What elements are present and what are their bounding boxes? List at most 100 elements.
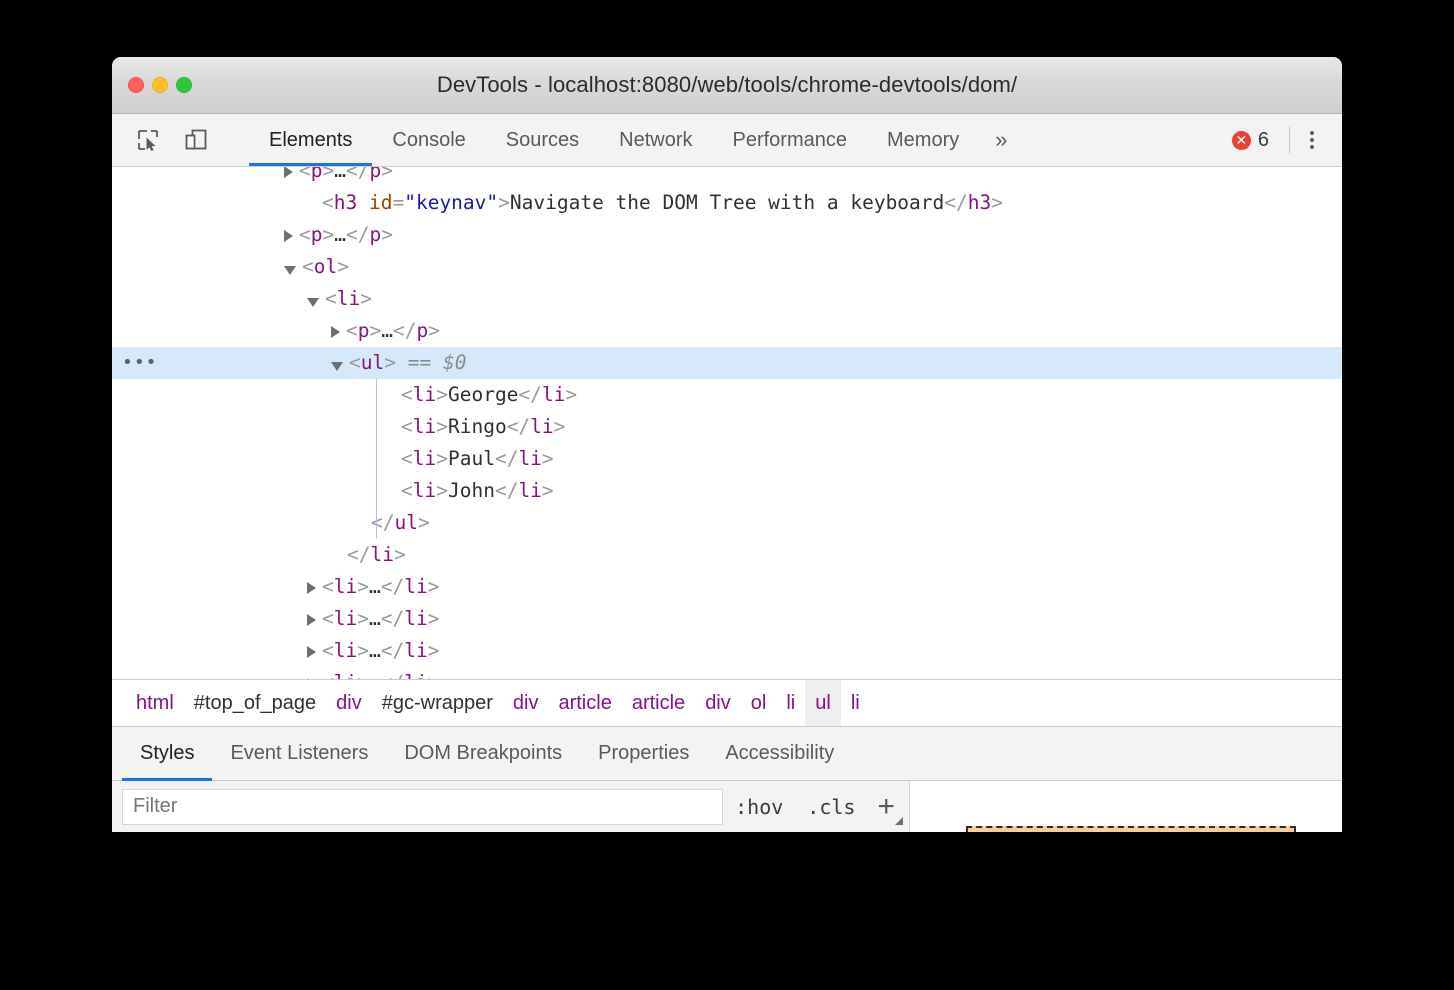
breadcrumb-item-div[interactable]: div [326,680,372,726]
breadcrumb-item--top-of-page[interactable]: #top_of_page [184,680,326,726]
inspect-element-icon [136,128,160,152]
sidebar-tab-properties[interactable]: Properties [580,727,707,780]
devtools-window: DevTools - localhost:8080/web/tools/chro… [112,57,1342,832]
close-window-button[interactable] [128,77,144,93]
toolbar-right-group: ✕ 6 [1218,114,1342,166]
triangle-right-icon[interactable] [331,326,340,338]
breadcrumb-item-div[interactable]: div [503,680,549,726]
dom-tree-panel[interactable]: <p>…</p><h3 id="keynav">Navigate the DOM… [112,167,1342,679]
tab-label: Sources [506,129,579,152]
dom-node-row[interactable]: </ul> [112,507,1342,539]
more-tabs-button[interactable]: » [979,114,1022,166]
breadcrumb-item--gc-wrapper[interactable]: #gc-wrapper [372,680,503,726]
arrow-spacer [307,204,316,205]
arrow-spacer [386,396,395,397]
dom-node-row[interactable]: </li> [112,539,1342,571]
arrow-spacer [386,492,395,493]
dom-node-markup: <ul> == $0 [349,347,466,379]
inspect-element-button[interactable] [130,122,166,158]
filter-input[interactable] [122,789,723,825]
traffic-lights [128,77,192,93]
dom-node-markup: <p>…</p> [299,219,393,251]
styles-toolbar: :hov .cls + [112,781,910,832]
dom-node-row[interactable]: <li>…</li> [112,635,1342,667]
tab-network[interactable]: Network [599,114,712,166]
dom-node-row[interactable]: <p>…</p> [112,167,1342,187]
tab-console[interactable]: Console [372,114,485,166]
dom-node-row[interactable]: <li>…</li> [112,603,1342,635]
breadcrumb-item-html[interactable]: html [126,680,184,726]
force-state-button[interactable]: :hov [723,781,795,832]
sidebar-tab-accessibility[interactable]: Accessibility [707,727,852,780]
tab-sources[interactable]: Sources [486,114,599,166]
dom-node-markup: <p>…</p> [346,315,440,347]
dom-node-row[interactable]: <li>Ringo</li> [112,411,1342,443]
breadcrumb-item-ol[interactable]: ol [741,680,777,726]
sidebar-tab-styles[interactable]: Styles [122,727,212,780]
dom-node-row[interactable]: <li> [112,283,1342,315]
breadcrumb-item-div[interactable]: div [695,680,741,726]
styles-pane: :hov .cls + [112,781,1342,832]
panel-tabs: Elements Console Sources Network Perform… [249,114,1022,166]
dom-node-markup: <li>…</li> [322,635,439,667]
dom-node-markup: <li>Paul</li> [401,443,554,475]
arrow-spacer [332,556,341,557]
dom-node-row[interactable]: <h3 id="keynav">Navigate the DOM Tree wi… [112,187,1342,219]
kebab-menu-icon[interactable] [1296,131,1328,149]
tab-memory[interactable]: Memory [867,114,979,166]
breadcrumb-item-article[interactable]: article [622,680,695,726]
dropdown-corner-icon [895,817,903,825]
breadcrumb-item-article[interactable]: article [548,680,621,726]
breadcrumb-item-li[interactable]: li [841,680,870,726]
tab-elements[interactable]: Elements [249,114,372,166]
triangle-down-icon[interactable] [331,362,343,371]
tab-performance[interactable]: Performance [713,114,868,166]
dom-node-row[interactable]: <p>…</p> [112,315,1342,347]
device-toolbar-button[interactable] [178,122,214,158]
zoom-window-button[interactable] [176,77,192,93]
dom-node-markup: <ol> [302,251,349,283]
new-style-rule-button[interactable]: + [867,781,909,832]
triangle-down-icon[interactable] [284,266,296,275]
dom-node-row[interactable]: <p>…</p> [112,219,1342,251]
sidebar-tab-dom-breakpoints[interactable]: DOM Breakpoints [386,727,580,780]
dom-node-row[interactable]: <li>George</li> [112,379,1342,411]
dom-node-markup: <h3 id="keynav">Navigate the DOM Tree wi… [322,187,1003,219]
dom-node-row-selected[interactable]: ••• <ul> == $0 [112,347,1342,379]
node-badge-ellipsis[interactable]: ••• [122,347,158,379]
sidebar-tabs: StylesEvent ListenersDOM BreakpointsProp… [112,726,1342,781]
tab-label: Elements [269,129,352,152]
arrow-spacer [386,460,395,461]
dom-node-markup: <li> [325,283,372,315]
dom-node-row[interactable]: <li>…</li> [112,667,1342,679]
triangle-right-icon[interactable] [307,582,316,594]
breadcrumb-item-li[interactable]: li [776,680,805,726]
minimize-window-button[interactable] [152,77,168,93]
dom-node-row[interactable]: <ol> [112,251,1342,283]
dom-node-row[interactable]: <li>…</li> [112,571,1342,603]
dom-node-row[interactable]: <li>Paul</li> [112,443,1342,475]
triangle-down-icon[interactable] [307,298,319,307]
breadcrumb-item-ul[interactable]: ul [805,680,841,726]
dom-node-markup: <li>…</li> [322,571,439,603]
triangle-right-icon[interactable] [284,167,293,178]
tab-label: Console [392,129,465,152]
element-classes-button[interactable]: .cls [795,781,867,832]
triangle-right-icon[interactable] [307,614,316,626]
dom-node-row[interactable]: <li>John</li> [112,475,1342,507]
error-count-label: 6 [1258,129,1269,152]
computed-sidebar [910,781,1342,832]
error-count-badge[interactable]: ✕ 6 [1218,129,1283,152]
triangle-right-icon[interactable] [307,678,316,679]
window-titlebar: DevTools - localhost:8080/web/tools/chro… [112,57,1342,114]
dom-node-markup: <li>George</li> [401,379,577,411]
triangle-right-icon[interactable] [307,646,316,658]
triangle-right-icon[interactable] [284,230,293,242]
dom-node-markup: <p>…</p> [299,167,393,187]
dom-node-markup: <li>…</li> [322,603,439,635]
breadcrumb: html#top_of_pagediv#gc-wrapperdivarticle… [112,679,1342,726]
arrow-spacer [386,428,395,429]
chevron-double-right-icon: » [995,127,1006,153]
dom-node-markup: <li>John</li> [401,475,554,507]
sidebar-tab-event-listeners[interactable]: Event Listeners [212,727,386,780]
